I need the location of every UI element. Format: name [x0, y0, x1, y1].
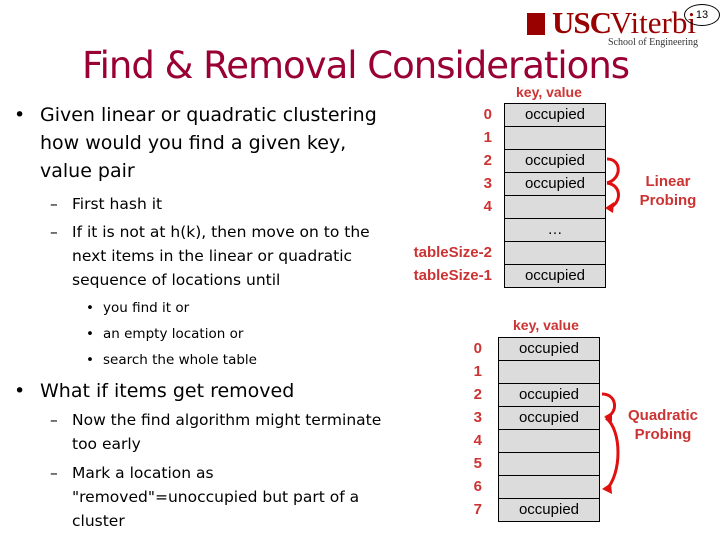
table-index: 3: [473, 409, 482, 426]
arrow-path: [604, 416, 620, 492]
table-index: 2: [483, 152, 492, 169]
table-index: 0: [483, 106, 492, 123]
logo-usc: USC: [552, 5, 612, 40]
logo-viterbi: Viterbi: [610, 5, 696, 40]
table-index: tableSize-2: [413, 244, 492, 261]
linear-probe-arrows: [605, 157, 620, 213]
slide-title: Find & Removal Considerations: [82, 44, 630, 87]
bullet-1-line: how would you find a given key,: [40, 132, 347, 154]
table-cell: occupied: [504, 172, 606, 196]
table-index: [402, 218, 492, 242]
table-index: 4: [483, 198, 492, 215]
table-cell: …: [504, 218, 606, 242]
sub-sub-bullet: an empty location or: [103, 326, 244, 342]
table-index: 7: [473, 501, 482, 518]
sub-bullet-2-1: Now the find algorithm might terminate t…: [72, 408, 381, 456]
table-index: 4: [473, 432, 482, 449]
arrow-path: [601, 392, 616, 419]
sub-bullet-line: next items in the linear or quadratic: [72, 247, 353, 265]
sub-bullet-1-1: First hash it: [72, 195, 163, 213]
sub-bullet-2-2: Mark a location as "removed"=unoccupied …: [72, 461, 359, 533]
table-cell: occupied: [504, 103, 606, 127]
table-cell: [504, 241, 606, 265]
dash-icon: –: [50, 464, 58, 482]
bullet-dot-icon: •: [14, 104, 26, 126]
sub-bullet-line: too early: [72, 435, 141, 453]
sub-bullet-line: sequence of locations until: [72, 271, 281, 289]
table-cell: [498, 452, 600, 476]
table-index: 5: [473, 455, 482, 472]
table-index: 1: [483, 129, 492, 146]
table-cell: [498, 429, 600, 453]
dash-icon: –: [50, 195, 58, 213]
table-index: 0: [473, 340, 482, 357]
sub-bullet-line: cluster: [72, 512, 125, 530]
table-index: 1: [473, 363, 482, 380]
sub-bullet-line: "removed"=unoccupied but part of a: [72, 488, 360, 506]
page-number: 13: [684, 4, 720, 26]
bullet-dot-icon: •: [14, 380, 26, 402]
table-cell: [504, 195, 606, 219]
bullet-1-line: value pair: [40, 160, 135, 182]
dash-icon: –: [50, 411, 58, 429]
dash-icon: –: [50, 223, 58, 241]
table-cell: [498, 360, 600, 384]
sub-bullet-1-2: If it is not at h(k), then move on to th…: [72, 220, 370, 292]
linear-table-header: key, value: [516, 84, 582, 100]
table-index: tableSize-1: [413, 267, 492, 284]
sub-bullet-line: Now the find algorithm might terminate: [72, 411, 382, 429]
table-index: 6: [473, 478, 482, 495]
arrowhead-icon: [602, 483, 612, 494]
bullet-1: Given linear or quadratic clustering how…: [40, 101, 377, 185]
table-cell: occupied: [498, 337, 600, 361]
bullet-1-line: Given linear or quadratic clustering: [40, 104, 377, 126]
sub-sub-bullet: search the whole table: [103, 352, 257, 368]
table-cell: occupied: [498, 498, 600, 522]
table-cell: occupied: [504, 264, 606, 288]
table-cell: [498, 475, 600, 499]
arrowhead-icon: [605, 202, 614, 213]
quadratic-table-header: key, value: [513, 317, 579, 333]
sub-sub-bullet: you find it or: [103, 300, 190, 316]
small-bullet-icon: •: [86, 300, 94, 316]
sub-bullet-line: Mark a location as: [72, 464, 214, 482]
arrow-path: [606, 157, 620, 185]
table-index: 3: [483, 175, 492, 192]
label-line: Probing: [639, 192, 697, 209]
sub-bullet-line: If it is not at h(k), then move on to th…: [72, 223, 370, 241]
table-cell: occupied: [498, 406, 600, 430]
table-index: 2: [473, 386, 482, 403]
table-cell: [504, 126, 606, 150]
table-cell: occupied: [504, 149, 606, 173]
quadratic-probe-arrows: [601, 392, 620, 494]
small-bullet-icon: •: [86, 326, 94, 342]
linear-probing-label: Linear Probing: [628, 172, 708, 210]
label-line: Linear: [645, 173, 691, 190]
small-bullet-icon: •: [86, 352, 94, 368]
bullet-2: What if items get removed: [40, 380, 295, 402]
logo-mark: [527, 13, 545, 35]
table-cell: occupied: [498, 383, 600, 407]
